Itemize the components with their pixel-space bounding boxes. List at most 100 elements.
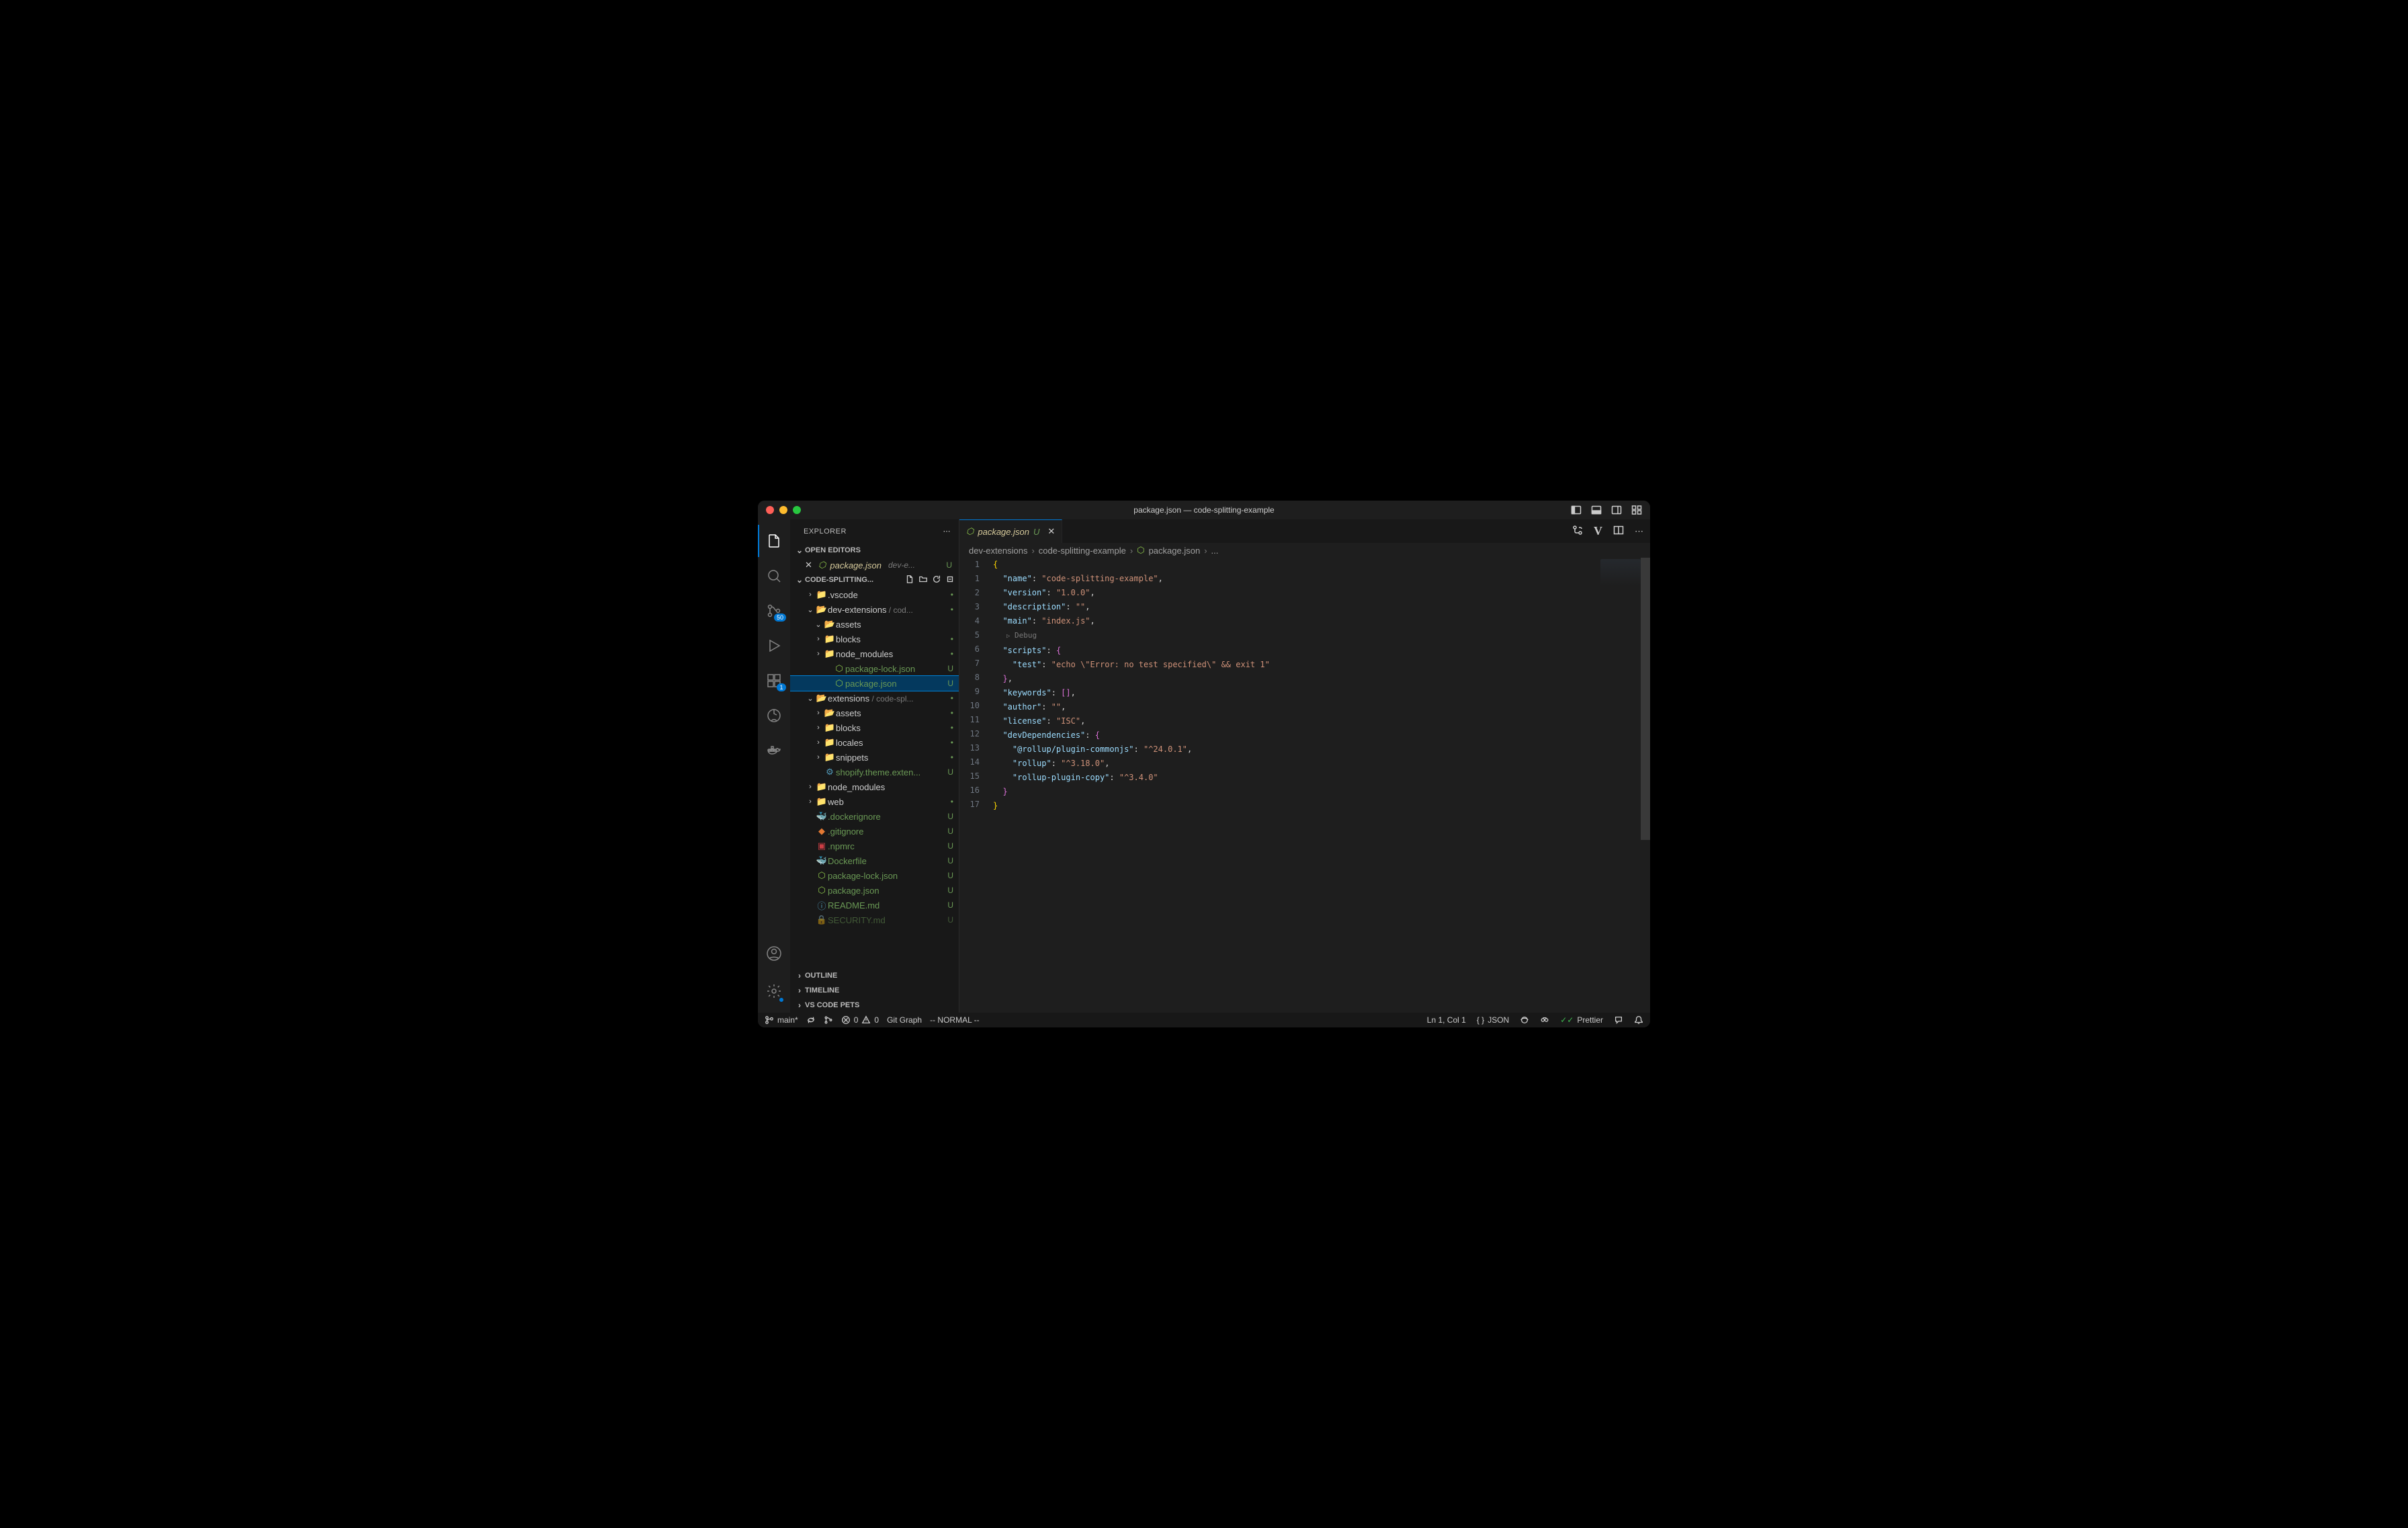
- vim-mode-indicator: -- NORMAL --: [930, 1015, 980, 1025]
- refresh-icon[interactable]: [932, 575, 941, 586]
- tree-folder[interactable]: ›📁web•: [790, 794, 959, 809]
- code-line[interactable]: }: [993, 785, 1650, 799]
- gitlens-status-icon[interactable]: [1520, 1015, 1529, 1025]
- close-window-button[interactable]: [766, 506, 774, 514]
- layout-customize-icon[interactable]: [1631, 505, 1642, 515]
- layout-secondary-sidebar-icon[interactable]: [1611, 505, 1622, 515]
- breadcrumb-segment[interactable]: code-splitting-example: [1039, 546, 1126, 556]
- tree-folder[interactable]: ›📁locales•: [790, 735, 959, 750]
- code-line[interactable]: "version": "1.0.0",: [993, 586, 1650, 600]
- code-line[interactable]: "rollup": "^3.18.0",: [993, 757, 1650, 771]
- debug-codelens[interactable]: ▷ Debug: [993, 628, 1650, 644]
- activity-settings[interactable]: [758, 975, 790, 1007]
- copilot-icon[interactable]: [1540, 1015, 1549, 1025]
- code-content[interactable]: { "name": "code-splitting-example", "ver…: [993, 558, 1650, 1013]
- code-editor[interactable]: 11234567891011121314151617 { "name": "co…: [959, 558, 1650, 1013]
- open-editor-path: dev-e...: [888, 560, 915, 570]
- close-tab-icon[interactable]: ✕: [1047, 526, 1055, 537]
- tree-file[interactable]: ▣.npmrcU: [790, 839, 959, 853]
- tree-file[interactable]: ⬡package-lock.jsonU: [790, 661, 959, 676]
- pets-header[interactable]: › VS CODE PETS: [790, 998, 959, 1013]
- code-line[interactable]: "description": "",: [993, 600, 1650, 614]
- tree-folder[interactable]: ›📁blocks•: [790, 720, 959, 735]
- code-line[interactable]: }: [993, 799, 1650, 813]
- layout-panel-icon[interactable]: [1591, 505, 1602, 515]
- more-actions-icon[interactable]: ⋯: [1635, 526, 1643, 537]
- code-line[interactable]: {: [993, 558, 1650, 572]
- code-line[interactable]: "rollup-plugin-copy": "^3.4.0": [993, 771, 1650, 785]
- scrollbar-thumb[interactable]: [1641, 558, 1650, 840]
- tree-folder[interactable]: ›📁node_modules•: [790, 646, 959, 661]
- git-graph-button[interactable]: Git Graph: [887, 1015, 922, 1025]
- layout-primary-sidebar-icon[interactable]: [1571, 505, 1582, 515]
- tree-file[interactable]: 🐳DockerfileU: [790, 853, 959, 868]
- tree-folder[interactable]: ⌄📂extensions / code-spl...•: [790, 691, 959, 706]
- compare-changes-icon[interactable]: [1572, 525, 1583, 538]
- code-line[interactable]: "main": "index.js",: [993, 614, 1650, 628]
- code-line[interactable]: "author": "",: [993, 700, 1650, 714]
- tree-file[interactable]: ⚙shopify.theme.exten...U: [790, 765, 959, 779]
- code-line[interactable]: "scripts": {: [993, 644, 1650, 658]
- branch-indicator[interactable]: main*: [765, 1015, 798, 1025]
- editor-tabs: ⬡ package.json U ✕ V ⋯: [959, 519, 1650, 543]
- activity-extensions[interactable]: 1: [758, 665, 790, 697]
- open-editors-header[interactable]: ⌄ OPEN EDITORS: [790, 543, 959, 558]
- language-mode[interactable]: { }JSON: [1477, 1015, 1509, 1025]
- split-editor-icon[interactable]: [1613, 525, 1624, 538]
- json-icon: ⬡: [816, 885, 828, 896]
- activity-source-control[interactable]: 50: [758, 595, 790, 627]
- activity-accounts[interactable]: [758, 937, 790, 970]
- tree-file[interactable]: ⓘREADME.mdU: [790, 898, 959, 912]
- tree-file[interactable]: ⬡package-lock.jsonU: [790, 868, 959, 883]
- tree-file[interactable]: ⬡package.jsonU: [790, 883, 959, 898]
- minimap[interactable]: [1600, 559, 1641, 586]
- feedback-icon[interactable]: [1614, 1015, 1623, 1025]
- activity-docker[interactable]: [758, 734, 790, 767]
- zoom-window-button[interactable]: [793, 506, 801, 514]
- breadcrumb[interactable]: dev-extensions › code-splitting-example …: [959, 543, 1650, 558]
- breadcrumb-segment[interactable]: dev-extensions: [969, 546, 1027, 556]
- code-line[interactable]: "devDependencies": {: [993, 728, 1650, 742]
- tree-folder[interactable]: ›📁.vscode•: [790, 587, 959, 602]
- scrollbar-track[interactable]: [1641, 558, 1650, 1013]
- code-line[interactable]: },: [993, 672, 1650, 686]
- tree-folder[interactable]: ⌄📂assets: [790, 617, 959, 632]
- outline-header[interactable]: › OUTLINE: [790, 968, 959, 983]
- tree-folder[interactable]: ›📁snippets•: [790, 750, 959, 765]
- code-line[interactable]: "@rollup/plugin-commonjs": "^24.0.1",: [993, 742, 1650, 757]
- tree-folder[interactable]: ›📁node_modules: [790, 779, 959, 794]
- timeline-header[interactable]: › TIMELINE: [790, 983, 959, 998]
- notifications-icon[interactable]: [1634, 1015, 1643, 1025]
- breadcrumb-segment[interactable]: package.json: [1149, 546, 1201, 556]
- activity-search[interactable]: [758, 560, 790, 592]
- minimize-window-button[interactable]: [779, 506, 787, 514]
- breadcrumb-overflow[interactable]: ...: [1211, 546, 1219, 556]
- tree-folder[interactable]: ›📁blocks•: [790, 632, 959, 646]
- tree-folder[interactable]: ⌄📂dev-extensions / cod...•: [790, 602, 959, 617]
- new-folder-icon[interactable]: [918, 575, 928, 586]
- sync-button[interactable]: [806, 1015, 816, 1025]
- code-line[interactable]: "keywords": [],: [993, 686, 1650, 700]
- open-editor-item[interactable]: ✕ ⬡ package.json dev-e... U: [790, 558, 959, 572]
- workspace-header[interactable]: ⌄ CODE-SPLITTING...: [790, 572, 959, 587]
- tree-file[interactable]: ◆.gitignoreU: [790, 824, 959, 839]
- activity-gitlens[interactable]: [758, 699, 790, 732]
- code-line[interactable]: "test": "echo \"Error: no test specified…: [993, 658, 1650, 672]
- new-file-icon[interactable]: [905, 575, 914, 586]
- problems-indicator[interactable]: 0 0: [841, 1015, 879, 1025]
- tree-folder[interactable]: ›📂assets•: [790, 706, 959, 720]
- git-graph-icon[interactable]: [824, 1015, 833, 1025]
- code-line[interactable]: "name": "code-splitting-example",: [993, 572, 1650, 586]
- tab-package-json[interactable]: ⬡ package.json U ✕: [959, 519, 1062, 543]
- tree-file[interactable]: 🔒SECURITY.mdU: [790, 912, 959, 927]
- cursor-position[interactable]: Ln 1, Col 1: [1427, 1015, 1466, 1025]
- activity-run-debug[interactable]: [758, 630, 790, 662]
- tree-file[interactable]: 🐳.dockerignoreU: [790, 809, 959, 824]
- collapse-all-icon[interactable]: [945, 575, 955, 586]
- prettier-status[interactable]: ✓✓Prettier: [1560, 1015, 1603, 1025]
- activity-explorer[interactable]: [758, 525, 790, 557]
- tree-file[interactable]: ⬡package.jsonU: [790, 676, 959, 691]
- explorer-more-icon[interactable]: ⋯: [943, 527, 951, 536]
- code-line[interactable]: "license": "ISC",: [993, 714, 1650, 728]
- close-editor-icon[interactable]: ✕: [805, 560, 814, 570]
